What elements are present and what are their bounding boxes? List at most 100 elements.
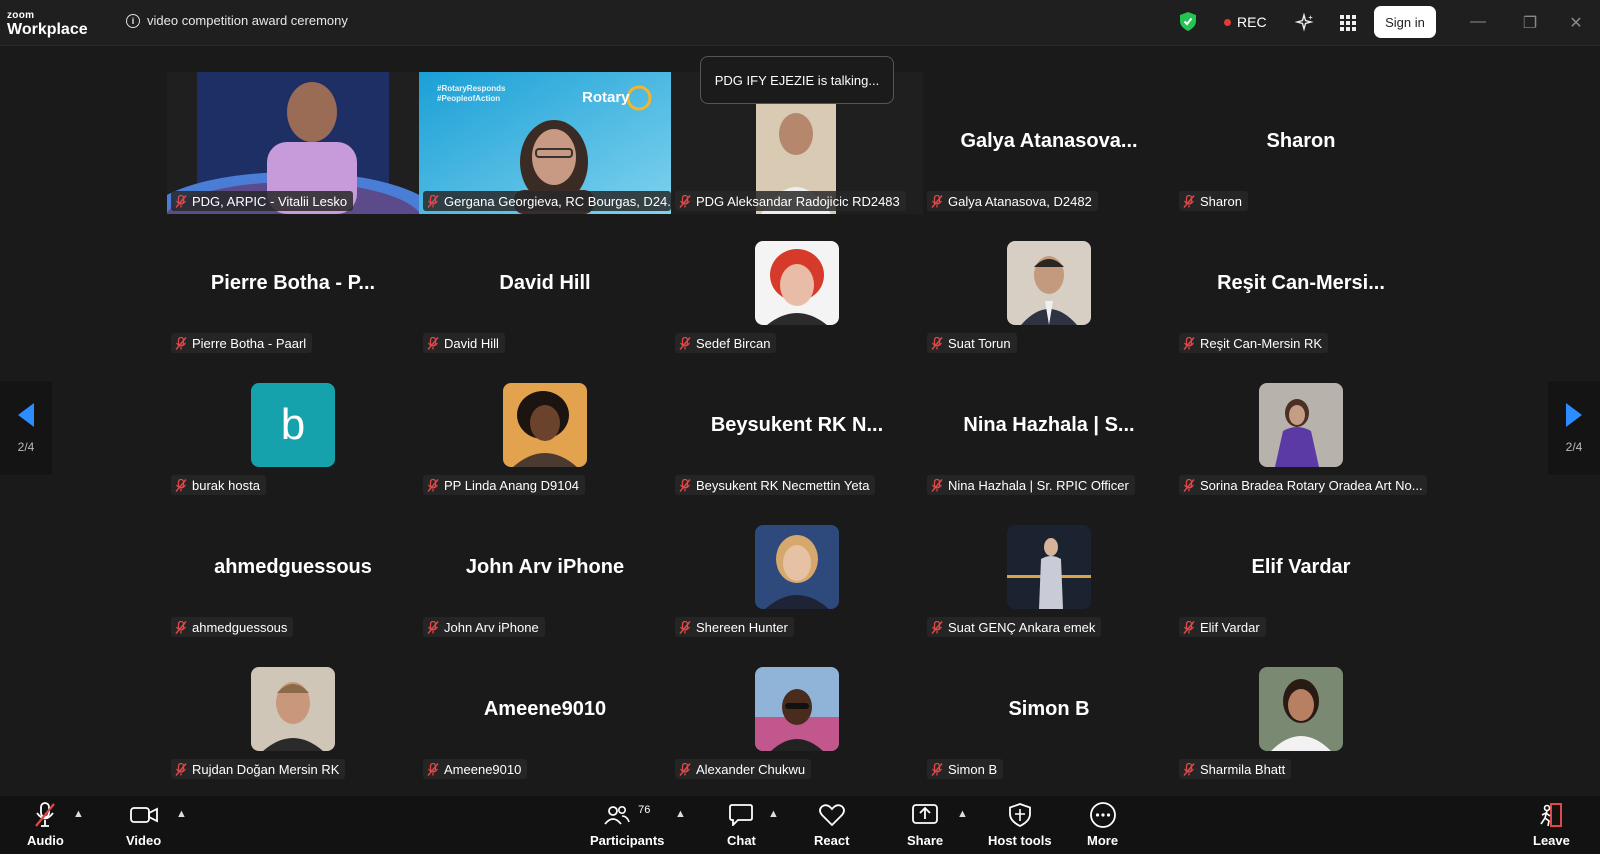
participant-tile[interactable]: Galya Atanasova... Galya Atanasova, D248… (923, 72, 1175, 214)
participant-label: David Hill (423, 333, 505, 353)
chat-button[interactable]: Chat (727, 802, 756, 848)
ai-companion-button[interactable] (1290, 8, 1320, 38)
participant-label: Reşit Can-Mersin RK (1179, 333, 1329, 353)
share-button[interactable]: Share (907, 802, 943, 848)
participant-label: PP Linda Anang D9104 (423, 475, 585, 495)
participant-tile[interactable]: PP Linda Anang D9104 (419, 356, 671, 498)
participants-label: Participants (590, 833, 665, 848)
participant-label: ahmedguessous (171, 617, 294, 637)
maximize-icon[interactable]: ❐ (1520, 13, 1540, 33)
react-button[interactable]: React (814, 802, 849, 848)
participant-tile[interactable]: #RotaryResponds #PeopleofAction Rotary Ge… (419, 72, 671, 214)
participant-label: Galya Atanasova, D2482 (927, 191, 1098, 211)
encryption-shield-icon[interactable] (1180, 12, 1196, 31)
participant-tile[interactable]: Elif Vardar Elif Vardar (1175, 498, 1427, 640)
participant-tile[interactable]: Alexander Chukwu (671, 640, 923, 782)
participant-label: Gergana Georgieva, RC Bourgas, D24... (423, 191, 671, 211)
participant-display-name: Nina Hazhala | S... (963, 414, 1135, 436)
participant-tile[interactable]: Suat Torun (923, 214, 1175, 356)
sign-in-button[interactable]: Sign in (1374, 6, 1436, 38)
participant-name: burak hosta (192, 477, 260, 493)
participant-tile[interactable]: Simon B Simon B (923, 640, 1175, 782)
more-button[interactable]: More (1087, 802, 1118, 848)
react-label: React (814, 833, 850, 848)
leave-label: Leave (1533, 833, 1570, 848)
prev-page-button[interactable]: 2/4 (0, 381, 52, 475)
participant-display-name: Reşit Can-Mersi... (1217, 272, 1385, 294)
participant-tile[interactable]: Sorina Bradea Rotary Oradea Art No... (1175, 356, 1427, 498)
participant-label: Suat GENÇ Ankara emek (927, 617, 1102, 637)
participant-tile[interactable]: David Hill David Hill (419, 214, 671, 356)
host-tools-button[interactable]: Host tools (988, 802, 1052, 848)
meeting-title[interactable]: i video competition award ceremony (126, 13, 348, 28)
participant-tile[interactable]: John Arv iPhone John Arv iPhone (419, 498, 671, 640)
video-options-chevron-icon[interactable]: ▲ (176, 808, 187, 820)
participant-tile[interactable]: PDG, ARPIC - Vitalii Lesko (167, 72, 419, 214)
mic-muted-icon (679, 336, 691, 350)
participant-label: PDG Aleksandar Radojicic RD2483 (675, 191, 906, 211)
participant-tile[interactable]: Sharon Sharon (1175, 72, 1427, 214)
participant-name: Suat Torun (948, 335, 1011, 351)
mic-muted-icon (427, 762, 439, 776)
participant-tile[interactable]: Ameene9010 Ameene9010 (419, 640, 671, 782)
participant-label: Suat Torun (927, 333, 1017, 353)
participant-label: Nina Hazhala | Sr. RPIC Officer (927, 475, 1135, 495)
participant-tile[interactable]: ahmedguessous ahmedguessous (167, 498, 419, 640)
mic-muted-icon (175, 478, 187, 492)
participant-name: Alexander Chukwu (696, 761, 806, 777)
participant-tile[interactable]: Beysukent RK N... Beysukent RK Necmettin… (671, 356, 923, 498)
shield-icon (1008, 803, 1031, 827)
minimize-icon[interactable]: — (1468, 13, 1488, 31)
participant-tile[interactable]: Suat GENÇ Ankara emek (923, 498, 1175, 640)
participant-label: Elif Vardar (1179, 617, 1266, 637)
participant-avatar (1259, 383, 1343, 467)
participant-label: Sorina Bradea Rotary Oradea Art No... (1179, 475, 1427, 495)
mic-muted-icon (175, 762, 187, 776)
chat-options-chevron-icon[interactable]: ▲ (768, 808, 779, 820)
mic-muted-icon (1183, 336, 1195, 350)
participant-tile[interactable]: Sharmila Bhatt (1175, 640, 1427, 782)
view-grid-button[interactable] (1333, 8, 1363, 38)
participant-name: Suat GENÇ Ankara emek (948, 619, 1096, 635)
video-button[interactable]: Video (126, 802, 161, 848)
mic-muted-icon (679, 620, 691, 634)
mic-muted-icon (679, 194, 691, 208)
participants-options-chevron-icon[interactable]: ▲ (675, 808, 686, 820)
participant-tile[interactable]: Reşit Can-Mersi... Reşit Can-Mersin RK (1175, 214, 1427, 356)
mic-muted-icon (427, 194, 439, 208)
share-options-chevron-icon[interactable]: ▲ (957, 808, 968, 820)
close-icon[interactable]: ✕ (1566, 13, 1586, 33)
mic-muted-icon (931, 336, 943, 350)
next-page-button[interactable]: 2/4 (1548, 381, 1600, 475)
audio-options-chevron-icon[interactable]: ▲ (73, 808, 84, 820)
participant-tile[interactable]: b burak hosta (167, 356, 419, 498)
participant-name: PP Linda Anang D9104 (444, 477, 579, 493)
participant-name: Beysukent RK Necmettin Yeta (696, 477, 870, 493)
participant-tile[interactable]: Pierre Botha - P... Pierre Botha - Paarl (167, 214, 419, 356)
mic-muted-icon (175, 620, 187, 634)
participant-name: Ameene9010 (444, 761, 522, 777)
info-icon[interactable]: i (126, 13, 140, 28)
participant-display-name: John Arv iPhone (465, 556, 625, 578)
video-overlay-brand: Rotary (582, 89, 630, 106)
participant-label: Shereen Hunter (675, 617, 794, 637)
participant-tile[interactable]: Nina Hazhala | S... Nina Hazhala | Sr. R… (923, 356, 1175, 498)
video-camera-icon (129, 807, 158, 823)
participant-letter-avatar: b (251, 383, 335, 467)
participant-tile[interactable]: Rujdan Doğan Mersin RK (167, 640, 419, 782)
participant-display-name: Simon B (1008, 698, 1090, 720)
title-bar: zoom Workplace i video competition award… (0, 0, 1600, 46)
participants-button[interactable]: 76 Participants (590, 802, 664, 848)
participant-display-name: David Hill (499, 272, 591, 294)
participant-label: Ameene9010 (423, 759, 528, 779)
recording-indicator[interactable]: REC (1224, 14, 1267, 30)
participant-tile[interactable]: Sedef Bircan (671, 214, 923, 356)
leave-button[interactable]: Leave (1533, 802, 1570, 848)
audio-button[interactable]: Audio (27, 802, 64, 848)
participant-avatar (1259, 667, 1343, 751)
participant-name: Sorina Bradea Rotary Oradea Art No... (1200, 477, 1423, 493)
participant-avatar (755, 525, 839, 609)
participant-avatar (1007, 241, 1091, 325)
participant-tile[interactable]: Shereen Hunter (671, 498, 923, 640)
zoom-logo: zoom Workplace (7, 11, 88, 38)
